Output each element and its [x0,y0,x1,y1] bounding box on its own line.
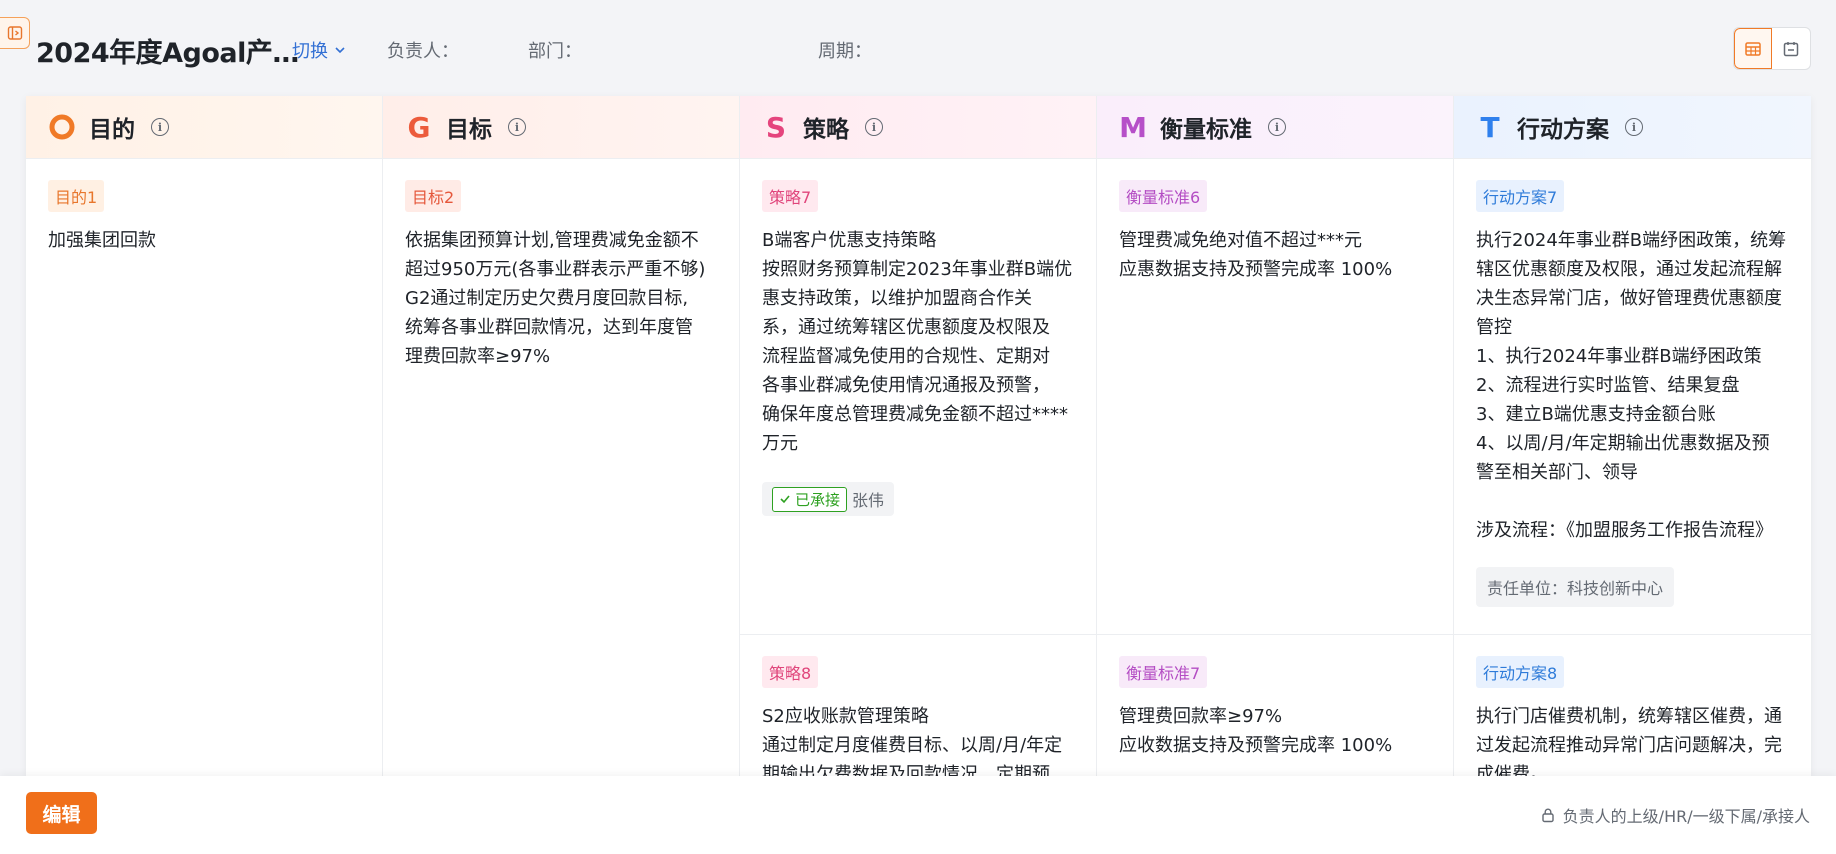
strategy-card-8[interactable]: 策略8 S2应收账款管理策略 通过制定月度催费目标、以周/月/年定 期输出欠费数… [740,635,1097,776]
responsible-unit: 责任单位：科技创新中心 [1476,567,1675,607]
permission-text: 负责人的上级/HR/一级下属/承接人 [1562,807,1810,826]
calendar-icon [1783,41,1799,56]
switch-label: 切换 [292,41,328,62]
column-header-strategy: S 策略 i [740,96,1097,159]
info-icon[interactable]: i [508,118,526,136]
column-title: 行动方案 [1517,117,1609,143]
permission-info: 负责人的上级/HR/一级下属/承接人 [1540,803,1810,827]
info-icon[interactable]: i [151,118,169,136]
card-text: 加强集团回款 [48,230,156,251]
card-text: 执行门店催费机制，统筹辖区催费，通 过发起流程推动异常门店问题解决，完 成催费。 [1476,706,1782,776]
purpose-icon [49,114,75,140]
card-text: S2应收账款管理策略 通过制定月度催费目标、以周/月/年定 期输出欠费数据及回款… [762,706,1063,776]
action-card-7[interactable]: 行动方案7 执行2024年事业群B端纾困政策，统筹 辖区优惠额度及权限，通过发起… [1454,159,1811,607]
action-icon: T [1480,110,1500,144]
column-title: 目的 [89,117,135,143]
column-headers: 目的 i G 目标 i S 策略 i M 衡量标准 i T 行动方案 i [26,96,1811,159]
column-header-measure: M 衡量标准 i [1097,96,1454,159]
column-header-purpose: 目的 i [26,96,383,159]
card-text: 管理费回款率≥97% 应收数据支持及预警完成率 100% [1119,706,1393,756]
column-title: 衡量标准 [1160,117,1252,143]
accepted-label: 已承接 [795,490,841,509]
switch-dropdown[interactable]: 切换 [292,37,346,63]
page-title: 2024年度Agoal产… [36,38,299,69]
action-card-8[interactable]: 行动方案8 执行门店催费机制，统筹辖区催费，通 过发起流程推动异常门店问题解决，… [1454,635,1811,776]
column-title: 目标 [446,117,492,143]
strategy-icon: S [765,110,787,144]
card-text: 依据集团预算计划,管理费减免金额不 超过950万元(各事业群表示严重不够) G2… [405,230,706,367]
column-title: 策略 [803,117,849,143]
board-grid: 目的1 加强集团回款 目标2 依据集团预算计划,管理费减免金额不 超过950万元… [26,159,1811,776]
ogsm-board: 目的 i G 目标 i S 策略 i M 衡量标准 i T 行动方案 i 目的1… [26,96,1811,776]
calendar-view-button[interactable] [1772,28,1810,69]
card-tag: 衡量标准7 [1119,656,1208,688]
table-icon [1745,41,1761,56]
measure-card-6[interactable]: 衡量标准6 管理费减免绝对值不超过***元 应惠数据支持及预警完成率 100% [1097,159,1454,284]
card-tag: 目标2 [405,180,462,212]
sidebar-expand-icon [7,26,22,40]
card-tag: 策略8 [762,656,819,688]
department-label: 部门： [528,41,582,62]
card-tag: 衡量标准6 [1119,180,1208,212]
card-tag: 目的1 [48,180,105,212]
measure-icon: M [1119,110,1147,144]
card-tag: 行动方案8 [1476,656,1565,688]
card-text: 执行2024年事业群B端纾困政策，统筹 辖区优惠额度及权限，通过发起流程解 决生… [1476,230,1787,541]
purpose-card-1[interactable]: 目的1 加强集团回款 [26,159,383,255]
measure-card-7[interactable]: 衡量标准7 管理费回款率≥97% 应收数据支持及预警完成率 100% [1097,635,1454,760]
card-tag: 策略7 [762,180,819,212]
period-meta: 周期： [818,37,872,63]
check-icon [780,495,790,504]
view-toggle [1733,27,1811,70]
column-header-goal: G 目标 i [383,96,740,159]
chevron-down-icon [335,47,345,54]
department-meta: 部门： [528,37,582,63]
accepted-by: 张伟 [852,491,885,510]
accepted-status[interactable]: 已承接 张伟 [762,482,895,516]
period-label: 周期： [818,41,872,62]
card-tag: 行动方案7 [1476,180,1565,212]
sidebar-expand-button[interactable] [0,17,30,49]
card-text: B端客户优惠支持策略 按照财务预算制定2023年事业群B端优 惠支持政策，以维护… [762,230,1073,454]
lock-icon [1541,808,1554,823]
edit-button[interactable]: 编辑 [26,792,97,834]
accepted-badge: 已承接 [772,486,848,512]
strategy-card-7[interactable]: 策略7 B端客户优惠支持策略 按照财务预算制定2023年事业群B端优 惠支持政策… [740,159,1097,516]
footer-bar: 编辑 负责人的上级/HR/一级下属/承接人 [0,776,1836,854]
goal-icon: G [407,110,431,144]
page-header: 2024年度Agoal产… 切换 负责人： 部门： 周期： [0,0,1836,96]
goal-card-2[interactable]: 目标2 依据集团预算计划,管理费减免金额不 超过950万元(各事业群表示严重不够… [383,159,740,371]
owner-meta: 负责人： [387,37,459,63]
info-icon[interactable]: i [1268,118,1286,136]
owner-label: 负责人： [387,41,459,62]
column-header-action: T 行动方案 i [1454,96,1811,159]
table-view-button[interactable] [1734,28,1773,69]
card-text: 管理费减免绝对值不超过***元 应惠数据支持及预警完成率 100% [1119,230,1393,280]
info-icon[interactable]: i [1625,118,1643,136]
info-icon[interactable]: i [865,118,883,136]
